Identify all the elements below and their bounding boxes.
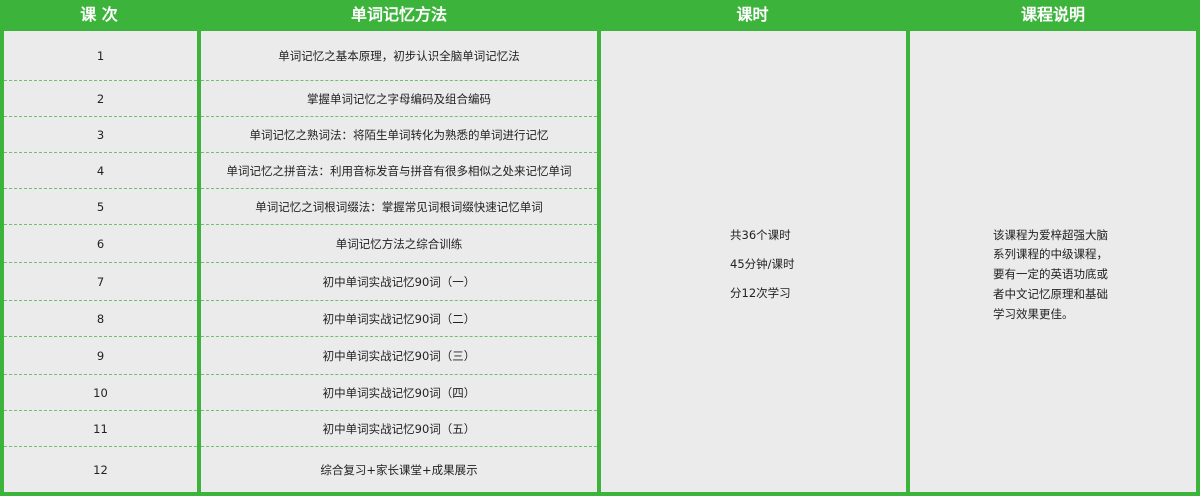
table-row: 初中单词实战记忆90词（五） xyxy=(201,411,597,447)
table-row: 3 xyxy=(4,117,197,153)
hours-total: 共36个课时 xyxy=(730,228,791,242)
table-row: 初中单词实战记忆90词（二） xyxy=(201,301,597,337)
table-row: 初中单词实战记忆90词（四） xyxy=(201,375,597,411)
header-method: 单词记忆方法 xyxy=(350,5,447,24)
method-text: 初中单词实战记忆90词（五） xyxy=(322,421,476,436)
description-line: 学习效果更佳。 xyxy=(993,307,1074,321)
table-row: 4 xyxy=(4,153,197,189)
method-text: 单词记忆之词根词缀法：掌握常见词根词缀快速记忆单词 xyxy=(255,199,543,214)
description-line: 系列课程的中级课程， xyxy=(993,247,1108,261)
table-row: 单词记忆之词根词缀法：掌握常见词根词缀快速记忆单词 xyxy=(201,189,597,225)
method-text: 初中单词实战记忆90词（三） xyxy=(322,348,476,363)
table-row: 10 xyxy=(4,375,197,411)
table-row: 11 xyxy=(4,411,197,447)
description-column: 该课程为爱梓超强大脑 系列课程的中级课程， 要有一定的英语功底或 者中文记忆原理… xyxy=(910,31,1196,492)
header-lesson: 课 次 xyxy=(80,5,118,24)
lesson-number-column: 1 2 3 4 5 6 7 8 9 10 11 12 xyxy=(4,31,197,492)
method-text: 单词记忆之拼音法：利用音标发音与拼音有很多相似之处来记忆单词 xyxy=(226,163,572,178)
table-row: 单词记忆之基本原理，初步认识全脑单词记忆法 xyxy=(201,31,597,81)
lesson-number: 8 xyxy=(96,311,105,326)
header-description: 课程说明 xyxy=(1020,5,1085,24)
table-row: 初中单词实战记忆90词（三） xyxy=(201,337,597,375)
description-line: 要有一定的英语功底或 xyxy=(993,267,1108,281)
table-row: 初中单词实战记忆90词（一） xyxy=(201,263,597,301)
lesson-number: 2 xyxy=(96,91,105,106)
table-row: 掌握单词记忆之字母编码及组合编码 xyxy=(201,81,597,117)
method-text: 掌握单词记忆之字母编码及组合编码 xyxy=(307,91,491,106)
table-row: 5 xyxy=(4,189,197,225)
course-table: 课 次 单词记忆方法 课时 课程说明 1 2 3 4 5 6 7 8 9 10 … xyxy=(0,0,1200,496)
hours-sessions: 分12次学习 xyxy=(730,286,791,300)
method-column: 单词记忆之基本原理，初步认识全脑单词记忆法 掌握单词记忆之字母编码及组合编码 单… xyxy=(201,31,597,492)
method-text: 单词记忆之熟词法：将陌生单词转化为熟悉的单词进行记忆 xyxy=(249,127,549,142)
lesson-number: 7 xyxy=(96,274,105,289)
lesson-number: 1 xyxy=(96,48,105,63)
method-text: 初中单词实战记忆90词（二） xyxy=(322,311,476,326)
table-row: 单词记忆之熟词法：将陌生单词转化为熟悉的单词进行记忆 xyxy=(201,117,597,153)
lesson-number: 9 xyxy=(96,348,105,363)
method-text: 初中单词实战记忆90词（一） xyxy=(322,274,476,289)
hours-per-lesson: 45分钟/课时 xyxy=(730,257,795,271)
method-text: 综合复习+家长课堂+成果展示 xyxy=(320,462,478,477)
table-row: 2 xyxy=(4,81,197,117)
table-row: 1 xyxy=(4,31,197,81)
table-row: 单词记忆之拼音法：利用音标发音与拼音有很多相似之处来记忆单词 xyxy=(201,153,597,189)
method-text: 初中单词实战记忆90词（四） xyxy=(322,385,476,400)
description-line: 者中文记忆原理和基础 xyxy=(993,287,1108,301)
table-row: 9 xyxy=(4,337,197,375)
header-hours: 课时 xyxy=(736,5,769,24)
lesson-number: 4 xyxy=(96,163,105,178)
lesson-number: 11 xyxy=(93,421,108,436)
lesson-number: 5 xyxy=(96,199,105,214)
hours-column: 共36个课时 45分钟/课时 分12次学习 xyxy=(601,31,906,492)
table-row: 6 xyxy=(4,225,197,263)
table-header: 课 次 单词记忆方法 课时 课程说明 xyxy=(0,0,1200,30)
lesson-number: 3 xyxy=(96,127,105,142)
lesson-number: 6 xyxy=(96,236,105,251)
method-text: 单词记忆方法之综合训练 xyxy=(335,236,463,251)
method-text: 单词记忆之基本原理，初步认识全脑单词记忆法 xyxy=(278,48,520,63)
table-row: 8 xyxy=(4,301,197,337)
table-row: 12 xyxy=(4,447,197,492)
table-row: 单词记忆方法之综合训练 xyxy=(201,225,597,263)
table-row: 7 xyxy=(4,263,197,301)
description-line: 该课程为爱梓超强大脑 xyxy=(993,228,1108,242)
lesson-number: 10 xyxy=(93,385,108,400)
table-row: 综合复习+家长课堂+成果展示 xyxy=(201,447,597,492)
lesson-number: 12 xyxy=(93,462,108,477)
